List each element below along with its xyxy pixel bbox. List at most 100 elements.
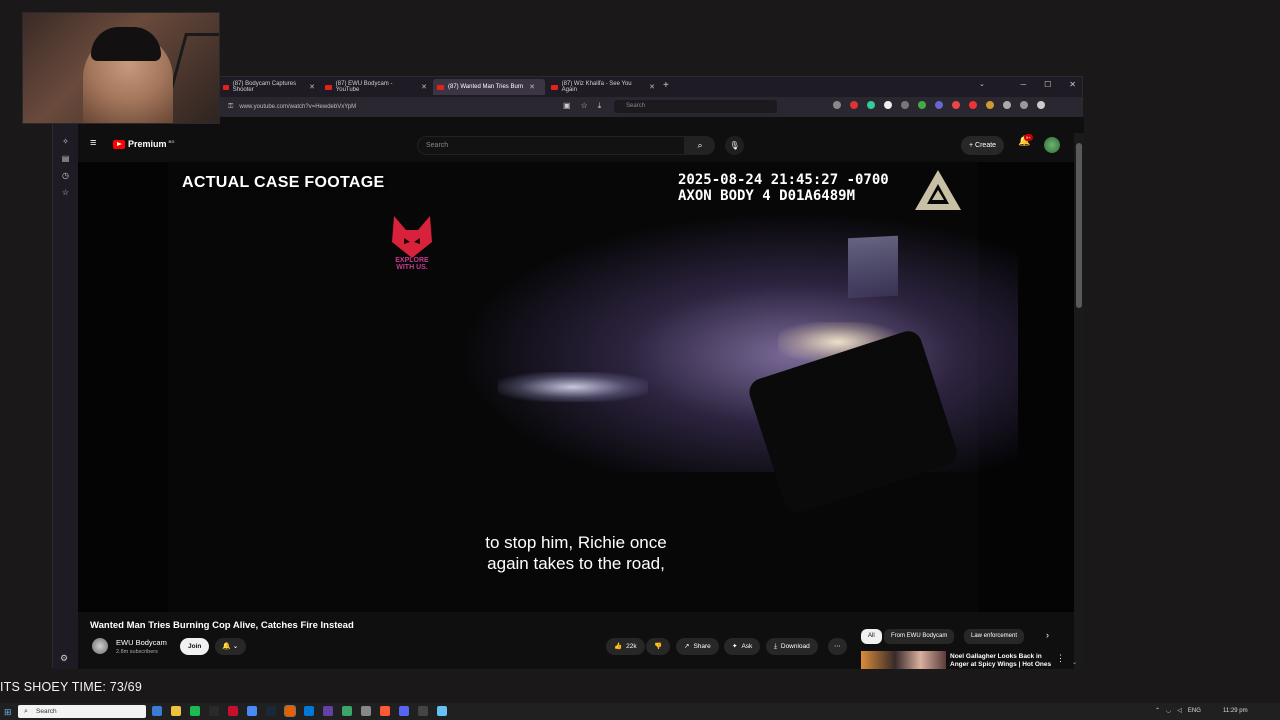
page-scrollbar[interactable] xyxy=(1074,133,1084,669)
tab-wiz-khalifa[interactable]: (87) Wiz Khalifa - See You Again ✕ xyxy=(547,79,659,95)
app-lightblue-icon[interactable] xyxy=(437,706,447,716)
close-tab-icon[interactable]: ✕ xyxy=(309,83,315,91)
close-tab-icon[interactable]: ✕ xyxy=(421,83,427,91)
maximize-icon[interactable]: ☐ xyxy=(1044,80,1051,89)
extension-shield-icon[interactable] xyxy=(952,101,960,109)
chevron-right-icon[interactable]: › xyxy=(1046,630,1049,640)
recommendation-title[interactable]: Noel Gallagher Looks Back in Anger at Sp… xyxy=(950,653,1055,669)
close-window-icon[interactable]: ✕ xyxy=(1069,80,1076,89)
tray-chevron-up-icon[interactable]: ⌃ xyxy=(1155,707,1160,714)
extension-record-icon[interactable] xyxy=(969,101,977,109)
bookmark-star-icon[interactable]: ☆ xyxy=(581,101,588,111)
subscription-bell-button[interactable]: 🔔 ⌄ xyxy=(215,638,246,655)
tab-ewu-bodycam[interactable]: (87) EWU Bodycam - YouTube ✕ xyxy=(321,79,431,95)
sidebar-history-icon[interactable]: ◷ xyxy=(62,171,69,180)
wifi-icon[interactable]: ◡ xyxy=(1166,707,1171,714)
tab-list-chevron-icon[interactable]: ⌄ xyxy=(979,80,985,88)
discord-icon[interactable] xyxy=(399,706,409,716)
share-button[interactable]: ↗ Share xyxy=(676,638,719,655)
create-label: Create xyxy=(975,142,997,149)
ask-label: Ask xyxy=(741,643,753,650)
app-dark-icon[interactable] xyxy=(209,706,219,716)
youtube-logo[interactable]: Premium BG xyxy=(113,139,175,149)
sidebar-tabs-icon[interactable]: ▤ xyxy=(62,154,70,163)
app-red-icon[interactable] xyxy=(228,706,238,716)
scroll-down-icon[interactable]: ⌄ xyxy=(1072,659,1077,666)
channel-name[interactable]: EWU Bodycam xyxy=(116,638,167,647)
chip-all[interactable]: All xyxy=(861,629,882,644)
taskview-icon[interactable] xyxy=(152,706,162,716)
new-tab-button[interactable]: + xyxy=(663,80,669,91)
menu-icon[interactable] xyxy=(1037,101,1045,109)
chip-law-enforcement[interactable]: Law enforcement xyxy=(964,629,1025,644)
bodycam-timestamp: 2025-08-24 21:45:27 -0700 AXON BODY 4 D0… xyxy=(678,172,889,204)
chip-from-ewu-bodycam[interactable]: From EWU Bodycam xyxy=(884,629,955,644)
sidebar-settings-gear-icon[interactable]: ⚙ xyxy=(60,653,68,664)
extension-white-icon[interactable] xyxy=(884,101,892,109)
taskbar-search-box[interactable]: ⌕ Search xyxy=(18,705,146,718)
more-vertical-icon[interactable]: ⋮ xyxy=(1056,653,1065,664)
tab-bodycam-captures[interactable]: (87) Bodycam Captures Shooter ✕ xyxy=(219,79,319,95)
minimize-icon[interactable]: ─ xyxy=(1020,80,1026,89)
extension-icons xyxy=(833,101,1045,109)
scrollbar-thumb[interactable] xyxy=(1076,143,1082,308)
create-button[interactable]: + Create xyxy=(961,136,1005,155)
caption-line-1: to stop him, Richie once xyxy=(485,533,667,552)
ask-button[interactable]: ✦ Ask xyxy=(724,638,761,655)
app-orange-icon[interactable] xyxy=(380,706,390,716)
more-actions-button[interactable]: ⋯ xyxy=(828,638,847,655)
video-player[interactable]: ACTUAL CASE FOOTAGE 2025-08-24 21:45:27 … xyxy=(78,162,1074,612)
app-purple-icon[interactable] xyxy=(323,706,333,716)
extensions-puzzle-icon[interactable] xyxy=(1003,101,1011,109)
download-button[interactable]: ⤓ Download xyxy=(766,638,818,655)
spotify-icon[interactable] xyxy=(190,706,200,716)
browser-search-field[interactable]: Search xyxy=(614,100,777,113)
app-gray-icon[interactable] xyxy=(361,706,371,716)
windows-start-icon[interactable]: ⊞ xyxy=(4,707,12,718)
speaker-icon[interactable]: ◁ xyxy=(1177,707,1182,714)
streamer-hair xyxy=(91,27,161,61)
timestamp-line: 2025-08-24 21:45:27 -0700 xyxy=(678,172,889,188)
extension-green-icon[interactable] xyxy=(867,101,875,109)
volume-icon[interactable] xyxy=(1020,101,1028,109)
extension-gray-icon[interactable] xyxy=(901,101,909,109)
steam-icon[interactable] xyxy=(266,706,276,716)
extension-red-icon[interactable] xyxy=(850,101,858,109)
account-avatar[interactable] xyxy=(1044,137,1060,153)
recommendation-thumbnail[interactable] xyxy=(861,651,946,669)
desktop: (87) Bodycam Captures Shooter ✕ (87) EWU… xyxy=(0,0,1280,720)
library-icon[interactable] xyxy=(833,101,841,109)
firefox-icon[interactable] xyxy=(284,705,296,717)
reader-view-icon[interactable]: ▣ xyxy=(563,101,571,111)
hamburger-menu-icon[interactable]: ≡ xyxy=(90,137,96,149)
extension-blue-icon[interactable] xyxy=(935,101,943,109)
notification-badge: 9+ xyxy=(1024,134,1033,141)
join-button[interactable]: Join xyxy=(180,638,210,655)
sidebar-ai-icon[interactable]: ✧ xyxy=(62,137,69,146)
tab-wanted-man[interactable]: (87) Wanted Man Tries Burn ✕ xyxy=(433,79,545,95)
download-label: Download xyxy=(780,643,810,650)
taskbar-clock[interactable]: 11:29 pm xyxy=(1223,708,1248,714)
lit-window xyxy=(848,235,898,299)
webcam-overlay xyxy=(22,12,220,124)
close-tab-icon[interactable]: ✕ xyxy=(649,83,655,91)
download-icon[interactable]: ⤓ xyxy=(598,101,602,111)
obs-icon[interactable] xyxy=(418,706,428,716)
voice-search-mic-icon[interactable]: 🎙 xyxy=(725,136,744,155)
like-button[interactable]: 👍 22k xyxy=(606,638,645,655)
address-bar[interactable]: ⚿ www.youtube.com/watch?v=HewdebVxYpM xyxy=(228,101,596,113)
dislike-button[interactable]: 👎 xyxy=(646,638,671,655)
close-tab-icon[interactable]: ✕ xyxy=(529,83,535,91)
site-info-icon[interactable]: ⚿ xyxy=(228,103,233,111)
edge-icon[interactable] xyxy=(304,706,314,716)
chrome-icon[interactable] xyxy=(247,706,257,716)
search-icon[interactable]: ⌕ xyxy=(685,136,715,155)
sidebar-bookmarks-icon[interactable]: ☆ xyxy=(62,188,69,197)
app-green-icon[interactable] xyxy=(342,706,352,716)
file-explorer-icon[interactable] xyxy=(171,706,181,716)
language-indicator[interactable]: ENG xyxy=(1188,708,1201,714)
extension-orange-icon[interactable] xyxy=(986,101,994,109)
channel-avatar[interactable] xyxy=(92,638,108,654)
youtube-search-input[interactable]: Search xyxy=(417,136,685,155)
extension-dollar-icon[interactable] xyxy=(918,101,926,109)
